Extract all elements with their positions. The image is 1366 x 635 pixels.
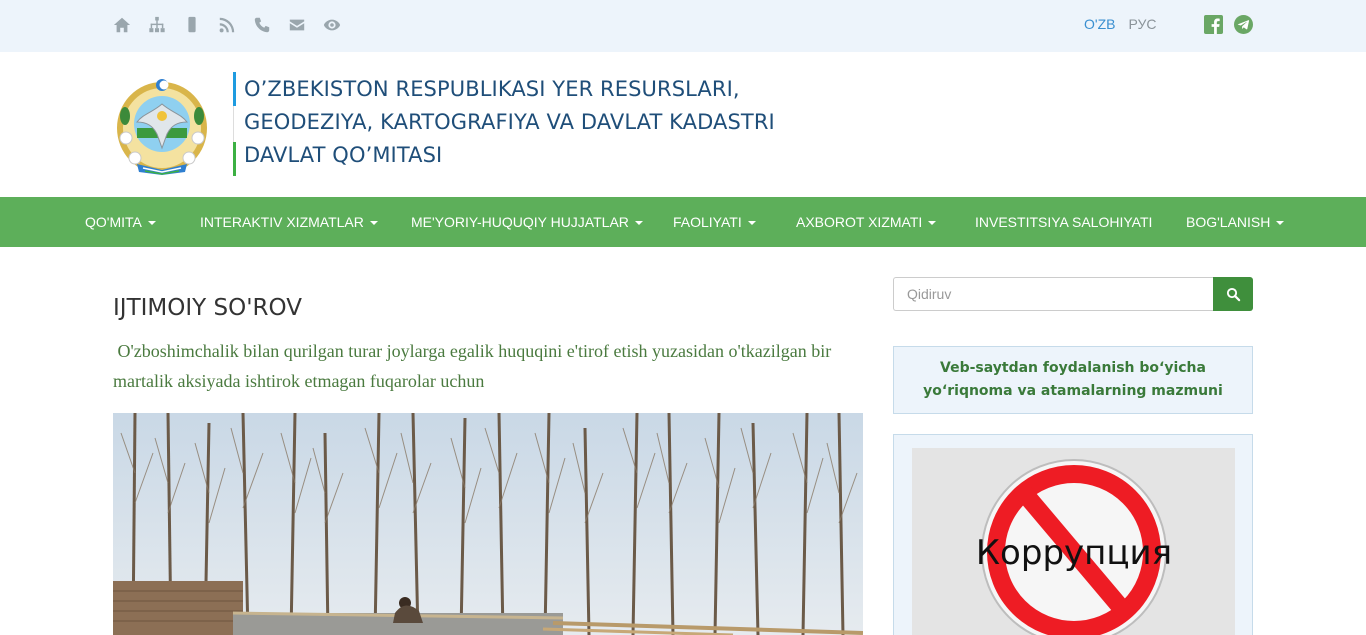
organization-title[interactable]: O’ZBEKISTON RESPUBLIKASI YER RESURSLARI,… — [244, 73, 804, 172]
title-accent-white — [233, 106, 236, 142]
caret-down-icon — [1276, 221, 1285, 226]
nav-item-investitsiya-salohiyati[interactable]: INVESTITSIYA SALOHIYATI — [975, 197, 1152, 247]
nav-item-label: INVESTITSIYA SALOHIYATI — [975, 214, 1153, 230]
caret-down-icon — [147, 221, 156, 226]
facebook-icon[interactable] — [1204, 15, 1223, 34]
nav-item-label: BOG'LANISH — [1186, 214, 1271, 230]
mobile-icon[interactable] — [183, 15, 218, 35]
nav-item-meyoriy-huquqiy-hujjatlar[interactable]: ME'YORIY-HUQUQIY HUJJATLAR — [411, 197, 643, 247]
nav-item-label: ME'YORIY-HUQUQIY HUJJATLAR — [411, 214, 629, 230]
top-icon-links — [113, 15, 358, 35]
search-form — [893, 277, 1253, 311]
caret-down-icon — [747, 221, 756, 226]
anticorruption-banner: Коррупция — [893, 434, 1253, 635]
nav-item-interaktiv-xizmatlar[interactable]: INTERAKTIV XIZMATLAR — [200, 197, 378, 247]
site-header: O’ZBEKISTON RESPUBLIKASI YER RESURSLARI,… — [0, 52, 1366, 197]
lang-ru-link[interactable]: РУС — [1128, 16, 1156, 32]
top-bar: O'ZB РУС — [0, 0, 1366, 52]
nav-item-boglanish[interactable]: BOG'LANISH — [1186, 197, 1285, 247]
language-switcher: O'ZB РУС — [1084, 16, 1157, 32]
site-guide-link[interactable]: Veb-saytdan foydalanish bo‘yicha yo‘riqn… — [893, 346, 1253, 414]
lang-uz-link[interactable]: O'ZB — [1084, 16, 1115, 32]
nav-item-label: FAOLIYATI — [673, 214, 742, 230]
social-links — [1204, 15, 1253, 34]
site-guide-text: Veb-saytdan foydalanish bo‘yicha yo‘riqn… — [923, 360, 1223, 399]
title-accent-green — [233, 142, 236, 176]
telegram-icon[interactable] — [1234, 15, 1253, 34]
nav-item-label: AXBOROT XIZMATI — [796, 214, 923, 230]
eye-icon[interactable] — [323, 15, 358, 35]
intro-text: O'zboshimchalik bilan qurilgan turar joy… — [113, 341, 836, 391]
nav-item-axborot-xizmati[interactable]: AXBOROT XIZMATI — [796, 197, 937, 247]
search-input[interactable] — [893, 277, 1214, 311]
nav-item-qomita[interactable]: QO'MITA — [85, 197, 156, 247]
nav-item-label: INTERAKTIV XIZMATLAR — [200, 214, 364, 230]
organization-title-line-1: O’ZBEKISTON RESPUBLIKASI YER RESURSLARI, — [244, 77, 740, 101]
organization-title-line-2: GEODEZIYA, KARTOGRAFIYA VA DAVLAT KADAST… — [244, 110, 775, 134]
search-icon — [1226, 287, 1240, 301]
anticorruption-banner-image[interactable]: Коррупция — [912, 448, 1235, 635]
page-title: IJTIMOIY SO'ROV — [113, 295, 302, 321]
phone-icon[interactable] — [253, 15, 288, 35]
title-accent-blue — [233, 72, 236, 106]
sitemap-icon[interactable] — [148, 15, 183, 35]
home-icon[interactable] — [113, 15, 148, 35]
rss-icon[interactable] — [218, 15, 253, 35]
organization-title-line-3: DAVLAT QO’MITASI — [244, 143, 443, 167]
main-navigation: QO'MITA INTERAKTIV XIZMATLAR ME'YORIY-HU… — [0, 197, 1366, 247]
article-photo — [113, 413, 863, 635]
nav-item-label: QO'MITA — [85, 214, 142, 230]
caret-down-icon — [369, 221, 378, 226]
caret-down-icon — [928, 221, 937, 226]
search-button[interactable] — [1213, 277, 1253, 311]
envelope-icon[interactable] — [288, 15, 323, 35]
anticorruption-text: Коррупция — [976, 533, 1172, 573]
caret-down-icon — [634, 221, 643, 226]
nav-item-faoliyati[interactable]: FAOLIYATI — [673, 197, 756, 247]
